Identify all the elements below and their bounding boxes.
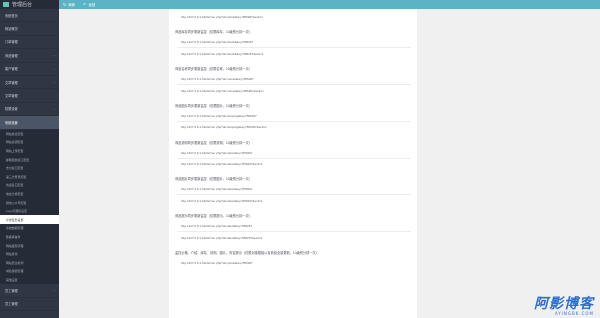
sidebar-item[interactable]: 员工管理 bbox=[0, 298, 59, 311]
refresh-icon: ↻ bbox=[63, 1, 67, 7]
cron-url[interactable]: http://127.0.0.1:4124/cron.php?do=desc&k… bbox=[175, 162, 411, 168]
cron-block: 商品库存同步更新监控（仅限库存，10级别分钟一次） http://127.0.0… bbox=[175, 29, 411, 57]
sidebar-item[interactable]: 网站概况 bbox=[0, 22, 59, 36]
cron-task-panel: http://127.0.0.1:4124/cron.php?do=price&… bbox=[169, 9, 417, 318]
cron-block-title: 商品提示同步更新监控（仅限提示，10级别分钟一次） bbox=[175, 214, 252, 219]
submenu-item[interactable]: 其他设置 bbox=[0, 276, 59, 285]
submenu-item[interactable]: 数据库备份 bbox=[0, 233, 59, 242]
sidebar-item-label: 员工管理 bbox=[5, 302, 18, 307]
cron-block: 商品名称同步更新监控（仅限名称，10级别分钟一次） http://127.0.0… bbox=[175, 66, 411, 94]
sidebar-item-label: 文章管理 bbox=[5, 80, 18, 85]
divider bbox=[177, 84, 411, 86]
sidebar-item-label: 文章管理 bbox=[5, 94, 18, 99]
submenu-item[interactable]: 地址分析配置 bbox=[0, 190, 59, 199]
sidebar-item-label: 网站概况 bbox=[5, 27, 18, 32]
submenu-item[interactable]: 域名授权管理 bbox=[0, 267, 59, 276]
submenu-item-active[interactable]: 计划任务设置 bbox=[0, 215, 59, 225]
chevron-down-icon: ⌄ bbox=[52, 120, 55, 125]
chevron-left-icon: ‹ bbox=[54, 288, 55, 293]
sidebar-item-label: 员工管理 bbox=[5, 288, 18, 293]
sidebar-item[interactable]: 系统首页 bbox=[0, 9, 59, 23]
sidebar-item[interactable]: 订单管理 bbox=[0, 36, 59, 50]
submenu-item[interactable]: Logo与图标设置 bbox=[0, 207, 59, 216]
sidebar-item-label: 系统首页 bbox=[5, 13, 18, 18]
back-label: 返回 bbox=[88, 3, 96, 7]
back-icon: ↶ bbox=[83, 1, 87, 7]
submenu-item[interactable]: 网站缓存清理 bbox=[0, 241, 59, 250]
submenu-item[interactable]: 支付接口配置 bbox=[0, 164, 59, 173]
sidebar-item[interactable]: 文章管理 ‹ bbox=[0, 76, 59, 90]
sidebar-nav: 系统首页 网站概况 订单管理 商品管理 ‹ 客户管理 ‹ 文章管理 ‹ 文章管理 权限… bbox=[0, 9, 59, 130]
site-watermark-logo: 阿影博客 AYINGBK.COM bbox=[502, 297, 594, 317]
cron-block-title: 商品图片同步更新监控（仅限图片，10级别分钟一次） bbox=[175, 177, 252, 182]
submenu-item[interactable]: 网站安全检测 bbox=[0, 258, 59, 267]
cron-url[interactable]: http://127.0.0.1:4124/cron.php?do=alert&… bbox=[175, 236, 411, 242]
back-button[interactable]: ↶ 返回 bbox=[83, 2, 95, 7]
logo-icon bbox=[3, 2, 9, 7]
sidebar-item[interactable]: 客户管理 ‹ bbox=[0, 63, 59, 76]
cron-block-title: 监控价格、介绍、库存、说明、图片、内容提示（仅限对接模组以及商品全量更新，10级… bbox=[175, 250, 319, 255]
cron-block-title: 商品说明同步更新监控（仅限说明，10级别分钟一次） bbox=[175, 140, 252, 145]
brand-title: 管理后台 bbox=[12, 2, 33, 8]
cron-url[interactable]: http://127.0.0.1:4124/cron.php?do=shopin… bbox=[175, 125, 411, 131]
cron-block: 商品图片同步更新监控（仅限图片，10级别分钟一次） http://127.0.0… bbox=[175, 103, 411, 131]
submenu-item[interactable]: 第三方登录配置 bbox=[0, 172, 59, 181]
cron-block-title: 商品名称同步更新监控（仅限名称，10级别分钟一次） bbox=[175, 66, 252, 71]
sidebar-item-system-settings[interactable]: 系统设置 ⌄ bbox=[0, 116, 59, 130]
cron-block: 监控价格、介绍、库存、说明、图片、内容提示（仅限对接模组以及商品全量更新，10级… bbox=[175, 250, 411, 267]
refresh-label: 刷新 bbox=[68, 3, 76, 7]
chevron-left-icon: ‹ bbox=[54, 80, 55, 85]
cron-url[interactable]: http://127.0.0.1:4124/cron.php?do=alert&… bbox=[175, 224, 411, 230]
submenu-item[interactable]: 网站上传配置 bbox=[0, 147, 59, 156]
sidebar-item-label: 权限设置 bbox=[5, 107, 18, 112]
cron-url[interactable]: http://127.0.0.1:4124/cron.php?do=shopin… bbox=[175, 114, 411, 120]
divider bbox=[177, 120, 411, 122]
brand: 管理后台 bbox=[0, 0, 59, 9]
cron-url[interactable]: http://127.0.0.1:4124/cron.php?do=desc&k… bbox=[175, 187, 411, 193]
topbar: ↻ 刷新 ↶ 返回 bbox=[59, 0, 600, 9]
watermark-text: 阿影博客 bbox=[534, 296, 594, 312]
cron-block: 商品提示同步更新监控（仅限提示，10级别分钟一次） http://127.0.0… bbox=[175, 213, 411, 241]
submenu-item[interactable]: 系统数据管理 bbox=[0, 224, 59, 233]
sidebar-nav-bottom: 员工管理 ‹ 员工管理 bbox=[0, 284, 59, 311]
sidebar-item[interactable]: 权限设置 ‹ bbox=[0, 103, 59, 117]
sidebar-item[interactable]: 文章管理 bbox=[0, 89, 59, 103]
cron-url[interactable]: http://127.0.0.1:4124/cron.php?do=desc&k… bbox=[175, 199, 411, 205]
cron-block: 商品说明同步更新监控（仅限说明，10级别分钟一次） http://127.0.0… bbox=[175, 140, 411, 168]
divider bbox=[177, 47, 411, 49]
sidebar-item-label: 客户管理 bbox=[5, 67, 18, 72]
cron-url[interactable]: http://127.0.0.1:4124/cron.php?do=price&… bbox=[175, 15, 411, 21]
refresh-button[interactable]: ↻ 刷新 bbox=[63, 2, 75, 7]
cron-url[interactable]: http://127.0.0.1:4124/cron.php?do=desc&k… bbox=[175, 151, 411, 157]
divider bbox=[177, 157, 411, 159]
sidebar-item-label: 订单管理 bbox=[5, 40, 18, 45]
chevron-left-icon: ‹ bbox=[54, 53, 55, 58]
submenu-item[interactable]: 邮箱短信接口配置 bbox=[0, 155, 59, 164]
submenu-item[interactable]: 微信公众号配置 bbox=[0, 198, 59, 207]
cron-url[interactable]: http://127.0.0.1:4124/cron.php?do=name&k… bbox=[175, 77, 411, 83]
cron-url[interactable]: http://127.0.0.1:4124/cron.php?do=price&… bbox=[175, 261, 411, 267]
divider bbox=[177, 194, 411, 196]
chevron-left-icon: ‹ bbox=[54, 106, 55, 111]
cron-url[interactable]: http://127.0.0.1:4124/cron.php?do=stock&… bbox=[175, 40, 411, 46]
cron-block: 商品图片同步更新监控（仅限图片，10级别分钟一次） http://127.0.0… bbox=[175, 176, 411, 204]
watermark-subtext: AYINGBK.COM bbox=[554, 311, 594, 316]
submenu-item[interactable]: 网站优化 bbox=[0, 250, 59, 259]
sidebar-item-label: 商品管理 bbox=[5, 53, 18, 58]
cron-url[interactable]: http://127.0.0.1:4124/cron.php?do=stock&… bbox=[175, 52, 411, 58]
sidebar: 管理后台 系统首页 网站概况 订单管理 商品管理 ‹ 客户管理 ‹ 文章管理 ‹ 文章… bbox=[0, 0, 59, 318]
submenu-item[interactable]: 网站资源配置 bbox=[0, 138, 59, 147]
submenu-item[interactable]: 网站信息配置 bbox=[0, 130, 59, 139]
cron-block-title: 商品图片同步更新监控（仅限图片，10级别分钟一次） bbox=[175, 103, 252, 108]
cron-block-title: 商品库存同步更新监控（仅限库存，10级别分钟一次） bbox=[175, 30, 252, 35]
cron-url[interactable]: http://127.0.0.1:4124/cron.php?do=name&k… bbox=[175, 89, 411, 95]
sidebar-submenu: 网站信息配置 网站资源配置 网站上传配置 邮箱短信接口配置 支付接口配置 第三方… bbox=[0, 129, 59, 285]
divider bbox=[177, 231, 411, 233]
sidebar-item[interactable]: 员工管理 ‹ bbox=[0, 284, 59, 298]
submenu-item[interactable]: 快递接口配置 bbox=[0, 181, 59, 190]
chevron-left-icon: ‹ bbox=[54, 66, 55, 71]
sidebar-item-label: 系统设置 bbox=[5, 120, 18, 125]
cron-block: http://127.0.0.1:4124/cron.php?do=price&… bbox=[175, 15, 411, 21]
sidebar-item[interactable]: 商品管理 ‹ bbox=[0, 49, 59, 63]
